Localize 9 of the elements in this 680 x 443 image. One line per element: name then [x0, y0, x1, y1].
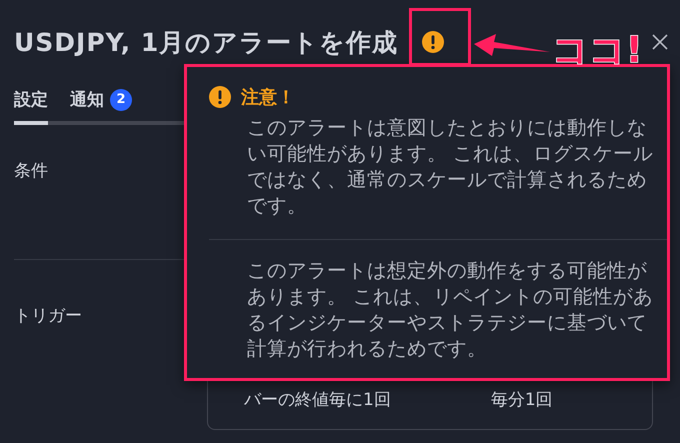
annotation-label: ココ!: [552, 29, 642, 73]
tab[interactable]: 通知 2: [70, 88, 132, 125]
warning-text: このアラートは意図したとおりには動作しない可能性があります。 これは、ログスケールではなく、通常のスケールで計算されるためです。: [247, 115, 654, 219]
row-label: 条件: [14, 161, 48, 181]
dialog-title: USDJPY, 1月のアラートを作成: [14, 26, 398, 58]
warning-text: このアラートは想定外の動作をする可能性があります。 これは、リペイントの可能性があるインジケーターやストラテジーに基づいて計算が行われるためです。: [247, 258, 654, 362]
popover-heading: 注意！: [241, 86, 295, 109]
row-label: トリガー: [14, 306, 82, 326]
count-badge: 2: [110, 88, 132, 110]
